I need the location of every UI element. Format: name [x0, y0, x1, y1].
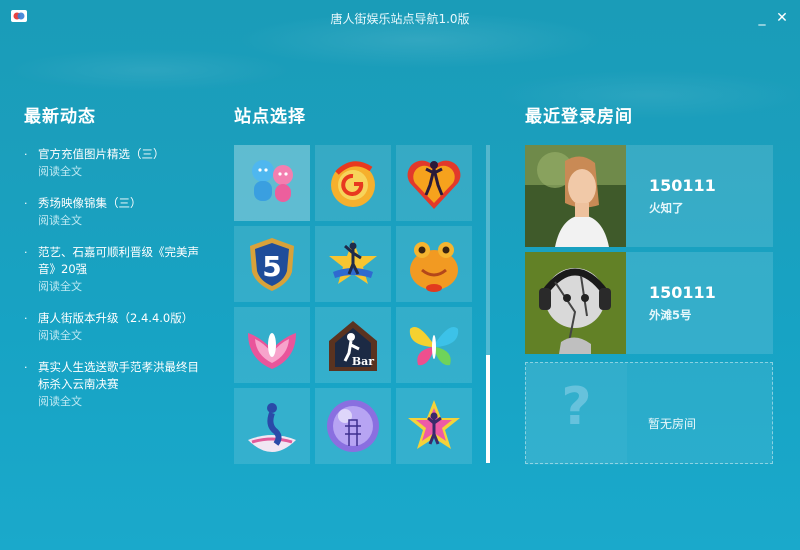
bar-house-icon: Bar [329, 321, 377, 371]
star-dancer-icon [329, 240, 377, 284]
swirl-g-icon [331, 161, 375, 207]
read-more-link[interactable]: 阅读全文 [38, 163, 204, 180]
butterfly-icon [409, 327, 459, 366]
news-headline[interactable]: 唐人街版本升级（2.4.4.0版） [38, 310, 204, 327]
minimize-button[interactable]: _ [754, 10, 770, 26]
room-name: 火知了 [649, 201, 684, 215]
news-headline[interactable]: 范艺、石嘉可顺利晋级《完美声音》20强 [38, 244, 204, 278]
pink-wings-icon [248, 333, 296, 369]
site-tile-star-dancer[interactable] [315, 226, 391, 302]
room-card[interactable]: 150111 火知了 [525, 145, 773, 247]
svg-text:5: 5 [262, 250, 281, 283]
news-item: · 真实人生选送歌手范孝洪最终目标杀入云南决赛 阅读全文 [24, 359, 204, 410]
site-tile-swirl[interactable] [315, 145, 391, 221]
site-grid: 5 Bar [234, 145, 474, 464]
heart-dancer-icon [407, 160, 461, 209]
recent-rooms-title: 最近登录房间 [525, 107, 633, 127]
star-singer-icon [408, 400, 460, 449]
read-more-link[interactable]: 阅读全文 [38, 393, 204, 410]
news-item: · 唐人街版本升级（2.4.4.0版） 阅读全文 [24, 310, 204, 344]
shield-5-icon: 5 [250, 238, 294, 291]
room-name: 外滩5号 [649, 308, 692, 322]
title-bar[interactable]: 唐人街娱乐站点导航1.0版 _ ✕ [0, 0, 800, 36]
site-tile-shield[interactable]: 5 [234, 226, 310, 302]
site-tile-butterfly[interactable] [396, 307, 472, 383]
bullet-icon: · [24, 197, 28, 210]
room-id: 150111 [649, 176, 716, 195]
room-id: 150111 [649, 283, 716, 302]
site-tile-star-singer[interactable] [396, 388, 472, 464]
news-item: · 范艺、石嘉可顺利晋级《完美声音》20强 阅读全文 [24, 244, 204, 295]
empty-room-label: 暂无房间 [648, 417, 697, 431]
news-headline[interactable]: 真实人生选送歌手范孝洪最终目标杀入云南决赛 [38, 359, 204, 393]
room-avatar-photo [525, 145, 626, 247]
bullet-icon: · [24, 148, 28, 161]
site-tile-heart[interactable] [396, 145, 472, 221]
site-tile-mermaid[interactable] [234, 388, 310, 464]
frog-icon [410, 242, 458, 292]
site-tile-crystal[interactable] [315, 388, 391, 464]
mermaid-icon [248, 403, 296, 452]
empty-room-card: ? 暂无房间 [525, 362, 773, 465]
read-more-link[interactable]: 阅读全文 [38, 212, 204, 229]
bullet-icon: · [24, 312, 28, 325]
site-tile-frog[interactable] [396, 226, 472, 302]
news-headline[interactable]: 官方充值图片精选（三） [38, 146, 204, 163]
news-headline[interactable]: 秀场映像锦集（三） [38, 195, 204, 212]
room-card[interactable]: 150111 外滩5号 [525, 252, 773, 354]
bullet-icon: · [24, 246, 28, 259]
question-mark-icon: ? [526, 363, 627, 465]
site-tile-bar[interactable]: Bar [315, 307, 391, 383]
site-grid-scrollbar[interactable] [486, 145, 490, 463]
couple-icon [252, 160, 293, 202]
read-more-link[interactable]: 阅读全文 [38, 278, 204, 295]
crystal-ball-icon [327, 400, 379, 452]
window-title: 唐人街娱乐站点导航1.0版 [330, 12, 470, 26]
scrollbar-thumb[interactable] [486, 355, 490, 463]
read-more-link[interactable]: 阅读全文 [38, 327, 204, 344]
bar-sign-text: Bar [352, 355, 374, 368]
site-tile-couple[interactable] [234, 145, 310, 221]
room-avatar-photo [525, 252, 626, 354]
news-list: · 官方充值图片精选（三） 阅读全文 · 秀场映像锦集（三） 阅读全文 · 范艺… [24, 146, 204, 410]
sites-title: 站点选择 [234, 107, 306, 127]
bullet-icon: · [24, 361, 28, 374]
news-item: · 官方充值图片精选（三） 阅读全文 [24, 146, 204, 180]
news-title: 最新动态 [24, 107, 96, 127]
news-item: · 秀场映像锦集（三） 阅读全文 [24, 195, 204, 229]
site-tile-wings[interactable] [234, 307, 310, 383]
close-button[interactable]: ✕ [774, 10, 790, 26]
